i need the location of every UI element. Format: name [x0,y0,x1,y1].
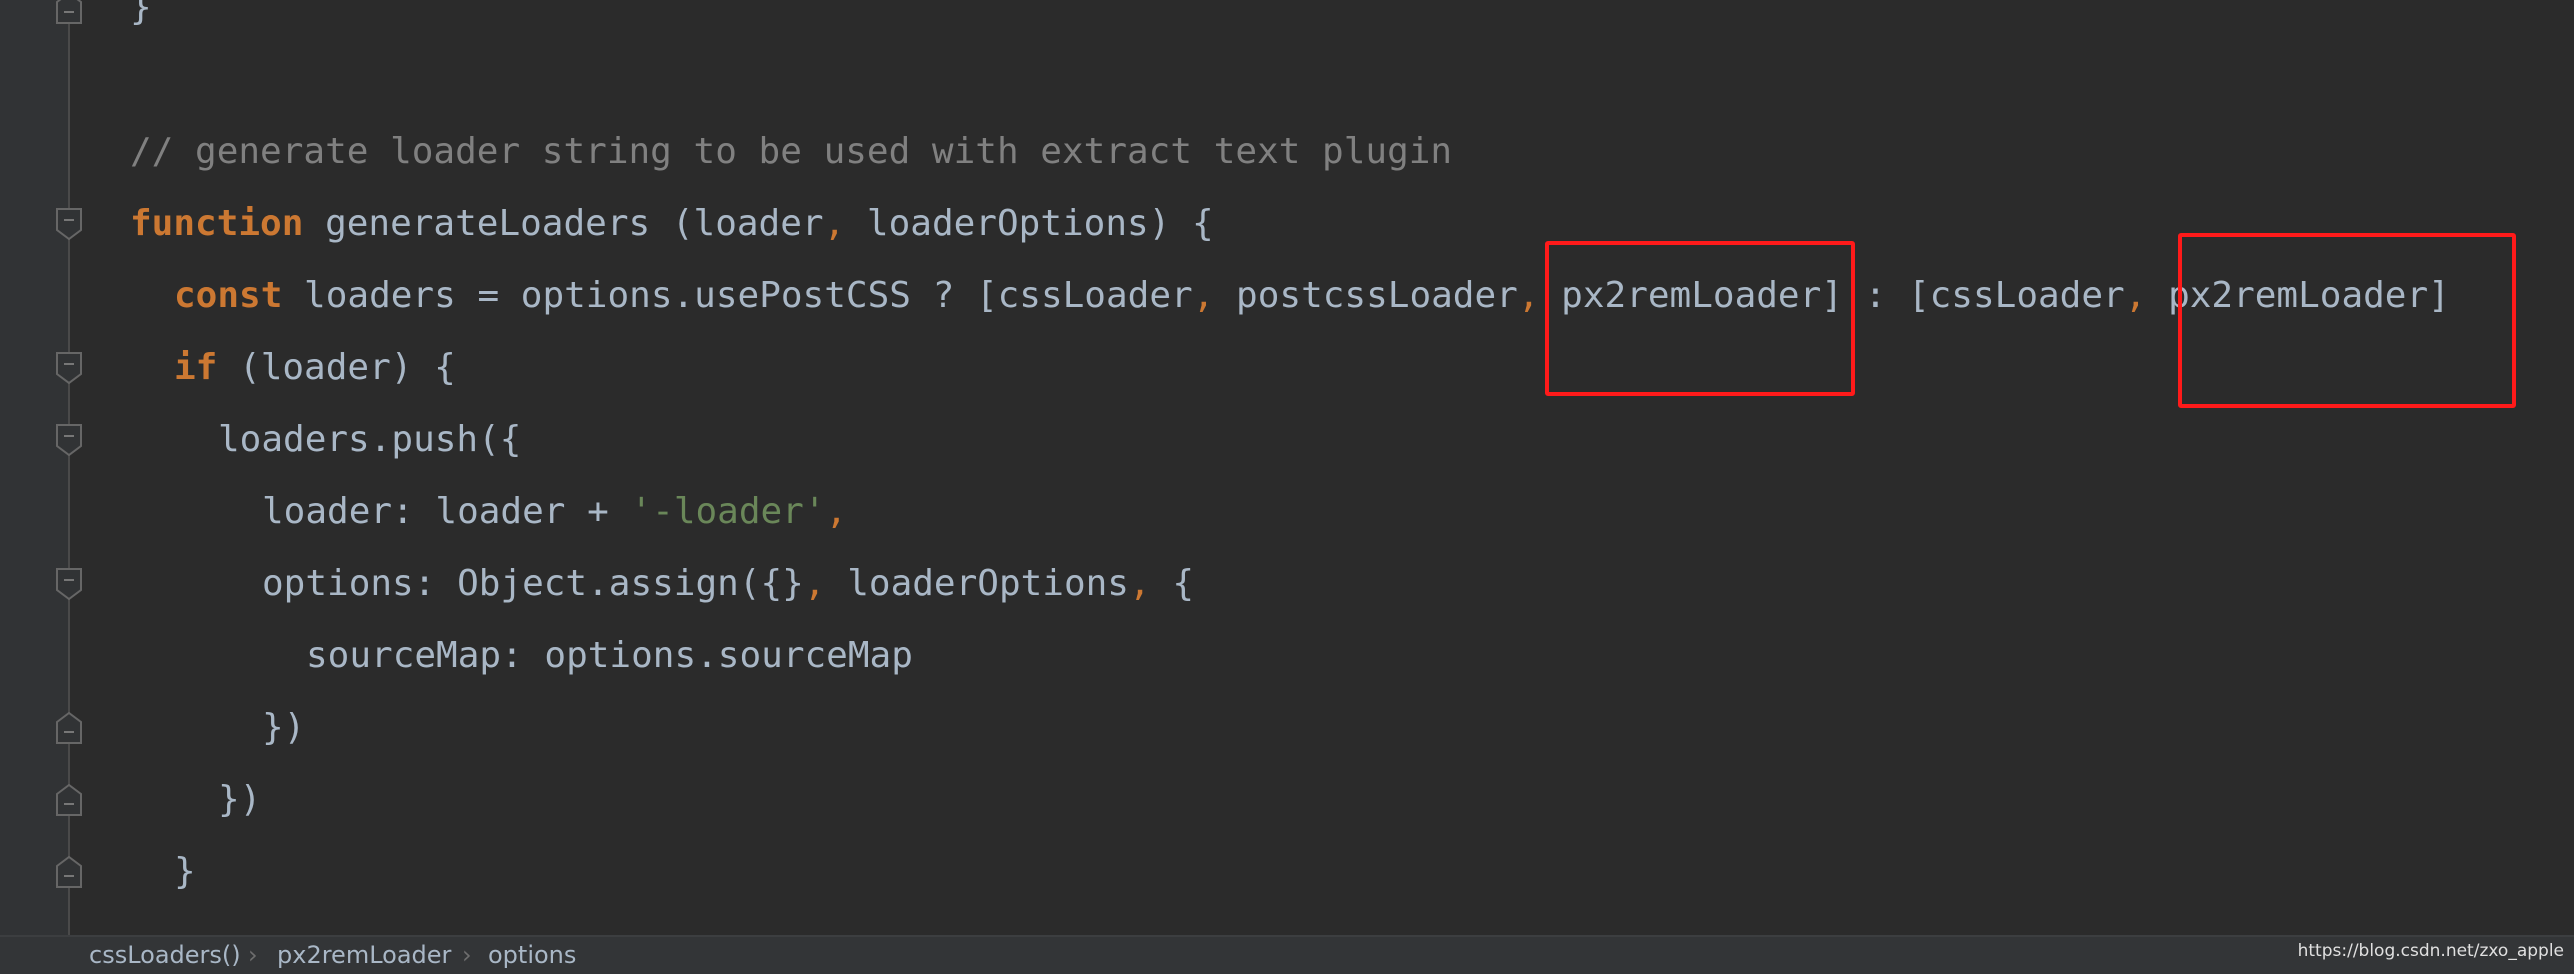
code-token: } [130,0,152,28]
code-line: } [130,0,152,44]
code-token: // generate loader string to be used wit… [130,131,1453,172]
code-token: options: Object.assign({} [262,563,804,604]
fold-end-icon[interactable] [56,711,82,744]
chevron-right-icon: › [248,941,258,969]
fold-collapse-icon[interactable] [56,424,82,457]
fold-collapse-icon[interactable] [56,352,82,385]
code-line: if (loader) { [174,332,456,404]
code-line: } [174,836,196,908]
code-line: loaders.push({ [218,404,521,476]
code-line: sourceMap: options.sourceMap [306,620,913,692]
code-token: loader: loader + [262,491,631,532]
code-token: loaderOptions [825,563,1129,604]
code-token: , [1517,275,1540,316]
breadcrumb-item[interactable]: options [488,941,576,969]
code-token: postcssLoader [1214,275,1518,316]
code-line: // generate loader string to be used wit… [130,116,1452,188]
watermark: https://blog.csdn.net/zxo_apple [2297,941,2564,961]
code-line: options: Object.assign({}, loaderOptions… [262,548,1194,620]
code-token: , [2124,275,2147,316]
breadcrumb-item[interactable]: px2remLoader [277,941,451,969]
code-token: } [174,851,196,892]
highlight-box-px2remloader-2 [2178,233,2516,408]
fold-end-icon[interactable] [56,0,82,24]
code-token: , [803,563,826,604]
code-token: if [174,347,218,388]
fold-end-icon[interactable] [56,783,82,816]
code-token: }) [218,779,262,820]
code-line: function generateLoaders (loader, loader… [130,188,1214,260]
code-token: '-loader' [630,491,826,532]
code-token: }) [262,707,306,748]
code-line: }) [218,764,261,836]
breadcrumb-item[interactable]: cssLoaders() [89,941,241,969]
code-line: const loaders = options.usePostCSS ? [cs… [174,260,2450,332]
fold-collapse-icon[interactable] [56,208,82,241]
code-token: loaders = options.usePostCSS ? [cssLoade… [282,275,1193,316]
code-token: loaders.push({ [218,419,522,460]
fold-collapse-icon[interactable] [56,568,82,601]
code-token: function [130,203,304,244]
breadcrumb-bar: cssLoaders() › px2remLoader › options ht… [0,935,2574,974]
code-token: , [825,491,848,532]
highlight-box-px2remloader-1 [1545,241,1855,396]
code-line: }) [262,692,305,764]
code-token: , [1128,563,1151,604]
code-token: (loader) { [217,347,456,388]
fold-end-icon[interactable] [56,855,82,888]
chevron-right-icon: › [462,941,472,969]
code-token: generateLoaders (loader [303,203,824,244]
code-token: loaderOptions) { [845,203,1214,244]
code-line: loader: loader + '-loader', [262,476,847,548]
code-token: sourceMap: options.sourceMap [306,635,913,676]
code-token: , [823,203,846,244]
code-token: { [1150,563,1195,604]
code-token: const [174,275,283,316]
code-token: , [1192,275,1215,316]
